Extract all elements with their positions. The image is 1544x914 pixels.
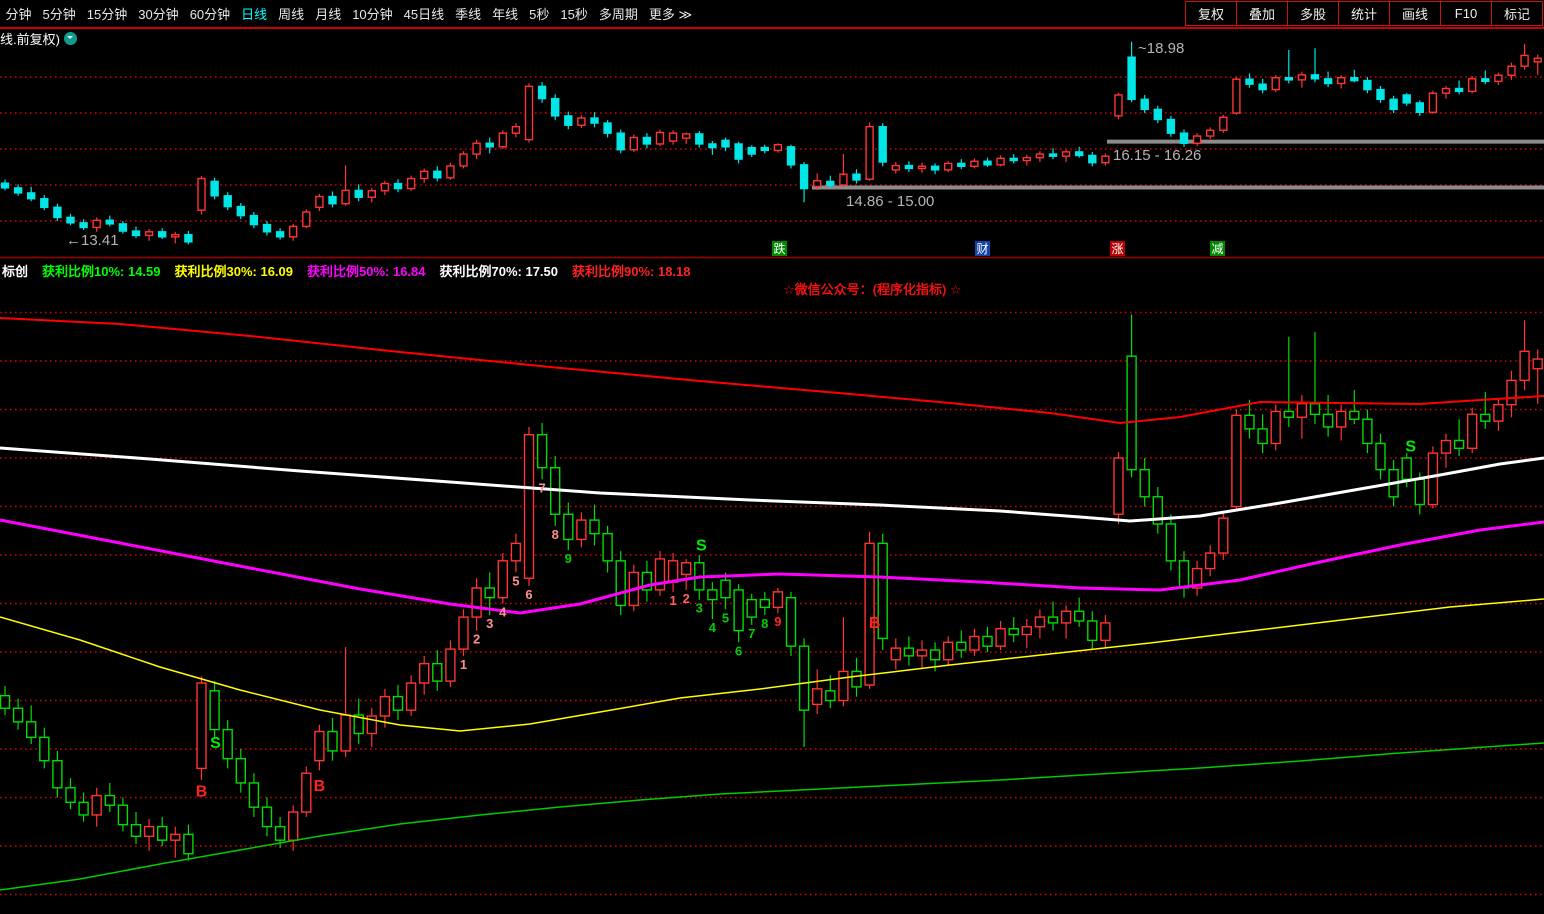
- event-badge-text: 跌: [773, 241, 785, 256]
- sequence-count: 1: [669, 593, 676, 608]
- sell-signal-marker: S: [1405, 438, 1416, 455]
- event-badge-text: 财: [976, 242, 988, 256]
- sequence-count: 5: [512, 573, 519, 588]
- sell-signal-marker: S: [210, 735, 221, 752]
- trading-app-window: 分钟5分钟15分钟30分钟60分钟日线周线月线10分钟45日线季线年线5秒15秒…: [0, 0, 1544, 914]
- sequence-count: 4: [499, 605, 507, 620]
- sequence-count: 7: [748, 626, 755, 641]
- sequence-count: 3: [486, 616, 493, 631]
- sequence-count: 2: [473, 632, 480, 647]
- percentile-line-获利比例50%: [0, 520, 1544, 613]
- sequence-count: 8: [761, 616, 768, 631]
- sequence-count: 3: [696, 601, 703, 616]
- main-candles-layer: [1, 314, 1543, 860]
- price-annotation: ~18.98: [1138, 40, 1184, 57]
- sequence-count: 9: [565, 551, 572, 566]
- event-badge-text: 减: [1211, 242, 1223, 256]
- sequence-count: 9: [774, 614, 781, 629]
- sequence-count: 7: [538, 480, 545, 495]
- main-pane[interactable]: 123456789123456789SBBSBS: [0, 313, 1544, 895]
- sequence-count: 1: [460, 657, 467, 672]
- percentile-line-获利比例10%: [0, 743, 1544, 890]
- sequence-count: 4: [709, 620, 717, 635]
- range-label: 16.15 - 16.26: [1113, 147, 1201, 164]
- range-label: 14.86 - 15.00: [846, 193, 934, 210]
- price-annotation: ←13.41: [66, 232, 119, 249]
- overview-pane[interactable]: ~18.98 ←13.41 16.15 - 16.26 14.86 - 15.00 跌 财…: [0, 40, 1544, 256]
- percentile-line-获利比例30%: [0, 599, 1544, 731]
- buy-signal-marker: B: [869, 615, 881, 632]
- sequence-count: 6: [735, 643, 742, 658]
- sequence-count: 8: [552, 527, 559, 542]
- percentile-line-获利比例70%: [0, 448, 1544, 521]
- sequence-count: 5: [722, 610, 729, 625]
- candlestick-chart[interactable]: ~18.98 ←13.41 16.15 - 16.26 14.86 - 15.00 跌 财…: [0, 0, 1544, 914]
- sequence-count: 2: [683, 591, 690, 606]
- buy-signal-marker: B: [196, 784, 208, 801]
- sequence-count: 6: [525, 587, 532, 602]
- sell-signal-marker: S: [696, 537, 707, 554]
- buy-signal-marker: B: [314, 778, 326, 795]
- event-badge-text: 涨: [1111, 241, 1123, 256]
